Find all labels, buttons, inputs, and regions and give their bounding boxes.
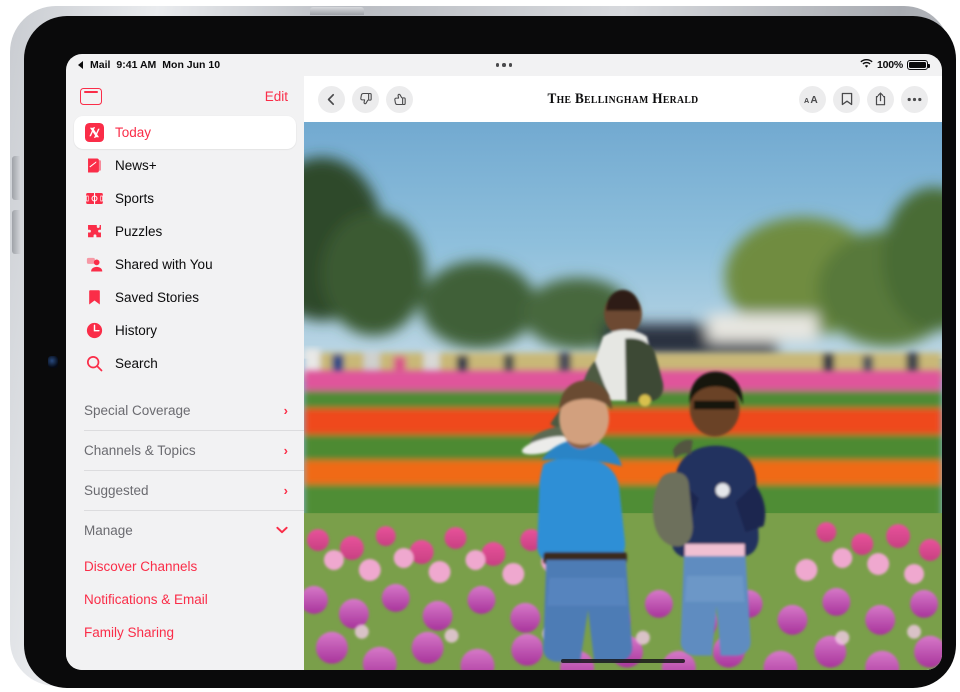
sidebar-nav-list: Today News+ [66, 116, 304, 380]
ipad-device-frame: Mail 9:41 AM Mon Jun 10 [10, 6, 950, 686]
sidebar-item-today[interactable]: Today [74, 116, 296, 149]
sidebar-item-news-plus[interactable]: News+ [74, 149, 296, 182]
sidebar-item-sports[interactable]: Sports [74, 182, 296, 215]
battery-percent-label: 100% [877, 59, 903, 71]
sidebar-manage-links: Discover Channels Notifications & Email … [66, 550, 304, 649]
ipad-screen: Mail 9:41 AM Mon Jun 10 [66, 54, 942, 670]
bookmark-button[interactable] [833, 86, 860, 113]
sidebar: Edit Toda [66, 76, 304, 670]
status-bar-right: 100% [860, 59, 928, 72]
home-indicator[interactable] [561, 659, 685, 663]
battery-full-icon [907, 60, 928, 70]
status-bar-date: Mon Jun 10 [162, 59, 220, 71]
front-camera-icon [48, 356, 58, 368]
article-hero-photo[interactable] [304, 122, 942, 670]
back-to-app-label[interactable]: Mail [90, 59, 110, 71]
status-bar-time: 9:41 AM [116, 59, 156, 71]
masthead-title: The Bellingham Herald [547, 91, 698, 107]
chevron-right-icon[interactable]: › [284, 444, 288, 457]
sidebar-item-label: History [115, 323, 157, 338]
edit-button[interactable]: Edit [265, 89, 288, 104]
puzzle-piece-icon [84, 222, 104, 242]
apple-news-icon [84, 123, 104, 143]
article-toolbar-right: A A [799, 86, 928, 113]
sidebar-item-label: Sports [115, 191, 154, 206]
manage-link-family-sharing[interactable]: Family Sharing [66, 616, 304, 649]
article-toolbar: The Bellingham Herald A A [304, 76, 942, 122]
sidebar-item-label: Shared with You [115, 257, 213, 272]
sidebar-item-search[interactable]: Search [74, 347, 296, 380]
sidebar-item-label: Today [115, 125, 151, 140]
manage-link-notifications-email[interactable]: Notifications & Email [66, 583, 304, 616]
sidebar-group-list: Special Coverage › Channels & Topics › S… [66, 390, 304, 649]
sidebar-item-shared-with-you[interactable]: Shared with You [74, 248, 296, 281]
back-to-app-icon[interactable] [78, 61, 83, 69]
article-pane: The Bellingham Herald A A [304, 76, 942, 670]
wifi-icon [860, 59, 873, 72]
multitask-dot [496, 63, 500, 67]
tulip-field-illustration [304, 122, 942, 670]
device-bezel: Mail 9:41 AM Mon Jun 10 [24, 16, 956, 688]
sidebar-item-label: Puzzles [115, 224, 162, 239]
shared-person-icon [84, 255, 104, 275]
like-button[interactable] [386, 86, 413, 113]
chevron-right-icon[interactable]: › [284, 404, 288, 417]
dislike-button[interactable] [352, 86, 379, 113]
news-plus-icon [84, 156, 104, 176]
status-bar: Mail 9:41 AM Mon Jun 10 [66, 54, 942, 76]
sidebar-group-special-coverage[interactable]: Special Coverage › [66, 390, 304, 430]
sidebar-item-puzzles[interactable]: Puzzles [74, 215, 296, 248]
sidebar-item-label: Saved Stories [115, 290, 199, 305]
sidebar-group-label: Channels & Topics [84, 443, 196, 458]
sidebar-group-label: Special Coverage [84, 403, 191, 418]
back-button[interactable] [318, 86, 345, 113]
volume-down-button[interactable] [12, 210, 21, 254]
share-button[interactable] [867, 86, 894, 113]
bookmark-icon [84, 288, 104, 308]
text-size-button[interactable]: A A [799, 86, 826, 113]
chevron-right-icon[interactable]: › [284, 484, 288, 497]
multitask-dot [509, 63, 513, 67]
svg-text:A: A [804, 95, 810, 104]
sidebar-group-label: Manage [84, 523, 133, 538]
chevron-down-icon[interactable] [276, 523, 288, 536]
volume-up-button[interactable] [12, 156, 21, 200]
search-icon [84, 354, 104, 374]
multitask-dots-icon[interactable] [496, 63, 513, 67]
sidebar-group-suggested[interactable]: Suggested › [66, 470, 304, 510]
split-view: Edit Toda [66, 76, 942, 670]
sidebar-group-channels-topics[interactable]: Channels & Topics › [66, 430, 304, 470]
sidebar-group-manage[interactable]: Manage [66, 510, 304, 550]
new-folder-icon[interactable] [80, 88, 102, 105]
manage-link-discover-channels[interactable]: Discover Channels [66, 550, 304, 583]
svg-text:A: A [810, 94, 818, 105]
sidebar-item-label: News+ [115, 158, 157, 173]
power-button[interactable] [310, 7, 364, 15]
clock-icon [84, 321, 104, 341]
more-button[interactable] [901, 86, 928, 113]
article-toolbar-left [318, 86, 413, 113]
sidebar-item-saved-stories[interactable]: Saved Stories [74, 281, 296, 314]
multitask-dot [502, 63, 506, 67]
sidebar-group-label: Suggested [84, 483, 149, 498]
sidebar-item-history[interactable]: History [74, 314, 296, 347]
sidebar-item-label: Search [115, 356, 158, 371]
status-bar-left[interactable]: Mail 9:41 AM Mon Jun 10 [78, 59, 220, 71]
sports-field-icon [84, 189, 104, 209]
sidebar-header: Edit [66, 76, 304, 116]
